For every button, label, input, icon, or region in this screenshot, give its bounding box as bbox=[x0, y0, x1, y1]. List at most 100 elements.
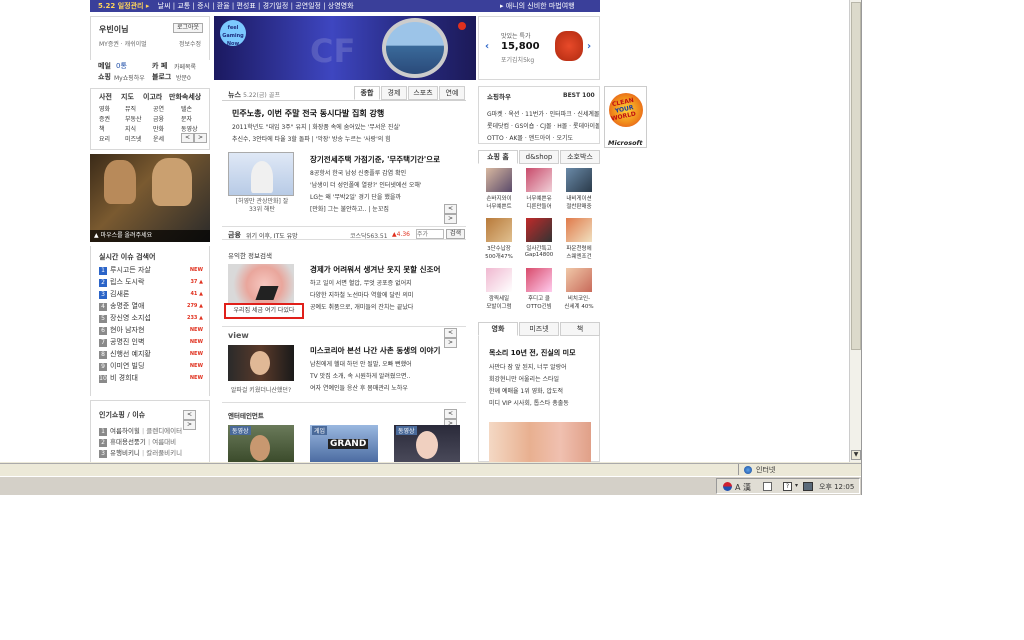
prev-icon[interactable]: < bbox=[444, 409, 458, 419]
schedule-link[interactable]: 5.22 일정관리 ▸ bbox=[98, 2, 149, 10]
topnav-item-shows[interactable]: 공연일정 bbox=[295, 2, 321, 10]
info-headline[interactable]: 경제가 어려워서 생겨난 웃지 못할 신조어 bbox=[310, 264, 440, 275]
tab-news-economy[interactable]: 경제 bbox=[381, 86, 407, 100]
kosdaq-index[interactable]: 코스닥563.51 bbox=[350, 231, 388, 240]
shop-item-image[interactable] bbox=[566, 168, 592, 192]
stock-search-button[interactable]: 검색 bbox=[446, 229, 466, 239]
popular-shopping-item[interactable]: 3 유행비키니 | 칼러풀비키니 bbox=[99, 447, 207, 458]
shop-item-text[interactable]: 비치코인- bbox=[560, 294, 598, 302]
shop-item-text[interactable]: 3단수납장 bbox=[480, 244, 518, 252]
shop-item[interactable]: 후디고 클 OTTO긴빔 bbox=[520, 268, 558, 316]
service-cooking[interactable]: 요리 bbox=[99, 134, 110, 143]
popular-extra[interactable]: 클렌디에이터 bbox=[146, 427, 182, 435]
clock[interactable]: 오후 12:05 bbox=[819, 482, 854, 492]
service-realestate[interactable]: 부동산 bbox=[125, 114, 142, 123]
realtime-keyword[interactable]: 이미연 빌딩 bbox=[110, 362, 144, 370]
service-sms[interactable]: 문자 bbox=[181, 114, 192, 123]
shop-item-text[interactable]: 파운천령에 bbox=[560, 244, 598, 252]
info-line[interactable]: 하고 일이 서면 혈압, 무엇 공포증 없어지 bbox=[310, 278, 412, 287]
article2-line[interactable]: 8공항서 한국 남성 신종플루 감염 확인 bbox=[310, 168, 406, 177]
ent-thumb-2[interactable]: 게임 GRAND bbox=[310, 425, 378, 462]
topnav-item-movies[interactable]: 상영영화 bbox=[328, 2, 354, 10]
topnav-item-exchange[interactable]: 환율 bbox=[217, 2, 230, 10]
tab-news-entertainment[interactable]: 연예 bbox=[439, 86, 465, 100]
realtime-keyword[interactable]: 비 경희대 bbox=[110, 374, 138, 382]
topnav-item-weather[interactable]: 날씨 bbox=[158, 2, 171, 10]
tab-dnshop[interactable]: d&shop bbox=[519, 150, 559, 164]
movie-line[interactable]: 사만다 잠 앞 된지, 너무 알랑어 bbox=[489, 362, 567, 371]
view-headline[interactable]: 미스코리아 본선 나간 사촌 동생의 이야기 bbox=[310, 345, 440, 356]
mail-count[interactable]: 0통 bbox=[116, 61, 127, 71]
popular-extra[interactable]: 여름대비 bbox=[152, 438, 176, 446]
prev-icon[interactable]: < bbox=[444, 204, 458, 214]
scroll-down-icon[interactable]: ▼ bbox=[851, 450, 861, 460]
news-extra[interactable]: 골프 bbox=[269, 92, 280, 99]
popular-keyword[interactable]: 유행비키니 bbox=[110, 449, 140, 457]
shopping-how-title[interactable]: 쇼핑하우 bbox=[487, 91, 511, 101]
news-line[interactable]: 추신수, 3안타에 타율 3할 돌파 | '악장' 방송 누르는 '사랑'의 힘 bbox=[232, 134, 391, 143]
game-banner[interactable]: feel Gaming Now CF bbox=[214, 16, 476, 80]
realtime-keyword[interactable]: 공명진 인벽 bbox=[110, 338, 144, 346]
service-header-agora[interactable]: 이고라 bbox=[143, 92, 162, 102]
shop-item[interactable]: 손바지와이 너무예쁜트 bbox=[480, 168, 518, 216]
realtime-item[interactable]: 1 루시고든 자살 NEW bbox=[99, 265, 207, 277]
tray-arrow-icon[interactable]: ▾ bbox=[795, 482, 798, 489]
service-header-comics[interactable]: 만화속세상 bbox=[169, 92, 201, 102]
realtime-item[interactable]: 9 이미연 빌딩 NEW bbox=[99, 361, 207, 373]
shopping-mall-line[interactable]: OTTO · AK몰 · 앤드아이 · 오기도 bbox=[487, 133, 599, 142]
network-icon[interactable] bbox=[803, 482, 813, 491]
shop-item-subtext[interactable]: 스웨엔조건 bbox=[560, 252, 598, 260]
shop-item-subtext[interactable]: 너무예쁜트 bbox=[480, 202, 518, 210]
realtime-keyword[interactable]: 김새론 bbox=[110, 290, 129, 298]
vertical-scrollbar[interactable]: ▼ bbox=[849, 0, 861, 462]
shopping-link[interactable]: My쇼핑하우 bbox=[114, 73, 145, 82]
blog-label[interactable]: 블로그 bbox=[152, 72, 171, 82]
tab-news-sports[interactable]: 스포츠 bbox=[408, 86, 438, 100]
service-header-map[interactable]: 지도 bbox=[121, 92, 134, 102]
realtime-item[interactable]: 5 장신영 소지섭 233 ▲ bbox=[99, 313, 207, 325]
topnav-item-games[interactable]: 경기일정 bbox=[263, 2, 289, 10]
realtime-keyword[interactable]: 루시고든 자살 bbox=[110, 266, 151, 274]
shop-item-text[interactable]: 내비게이션 bbox=[560, 194, 598, 202]
shop-item-image[interactable] bbox=[486, 218, 512, 242]
service-stock[interactable]: 증권 bbox=[99, 114, 110, 123]
service-pager[interactable]: < > bbox=[181, 133, 208, 143]
realtime-item[interactable]: 8 신행선 예지황 NEW bbox=[99, 349, 207, 361]
manhwa-caption[interactable]: [허영만 관상만화] 잘 33위 해탄 bbox=[232, 198, 292, 214]
popular-shopping-item[interactable]: 1 여름하이힐 | 클렌디에이터 bbox=[99, 425, 207, 436]
shop-item-image[interactable] bbox=[566, 218, 592, 242]
movie-thumbnail[interactable] bbox=[489, 422, 591, 462]
special-price-panel[interactable]: ‹ 맛있는 특가 15,800 포기김치5kg › bbox=[478, 16, 600, 80]
microsoft-ad[interactable]: CLEAN YOUR WORLD Microsoft bbox=[604, 86, 647, 148]
shop-item-image[interactable] bbox=[526, 168, 552, 192]
shopping-best-link[interactable]: BEST 100 bbox=[563, 92, 595, 99]
prev-arrow-icon[interactable]: ‹ bbox=[485, 41, 489, 52]
manhwa-thumbnail[interactable] bbox=[228, 152, 294, 196]
tab-movie[interactable]: 영화 bbox=[478, 322, 518, 336]
ime-status[interactable]: A 漢 bbox=[735, 482, 751, 493]
article2-line[interactable]: [만화] 그는 불안하고.. | 눈꼬집 bbox=[310, 204, 389, 213]
service-music[interactable]: 뮤직 bbox=[125, 104, 136, 113]
movie-line[interactable]: 한께 예매율 1위 영화, 압도적 bbox=[489, 386, 563, 395]
service-miznet[interactable]: 미즈넷 bbox=[125, 134, 142, 143]
blog-visit-link[interactable]: 방문0 bbox=[176, 73, 191, 82]
realtime-keyword[interactable]: 립스 도시락 bbox=[110, 278, 144, 286]
service-video[interactable]: 동영상 bbox=[181, 124, 198, 133]
shop-item[interactable]: 너무예쁜유 디른만들어 bbox=[520, 168, 558, 216]
shop-item-text[interactable]: 너무예쁜유 bbox=[520, 194, 558, 202]
shop-item[interactable]: 일사간특고 Gap14800 bbox=[520, 218, 558, 266]
shop-item-image[interactable] bbox=[526, 268, 552, 292]
next-arrow-icon[interactable]: › bbox=[587, 41, 591, 52]
realtime-item[interactable]: 4 송명준 열애 279 ▲ bbox=[99, 301, 207, 313]
my-links[interactable]: MY증권 · 캐쉬이멀 bbox=[99, 39, 147, 48]
popular-extra[interactable]: 칼러풀비키니 bbox=[146, 449, 182, 457]
service-header-dictionary[interactable]: 사전 bbox=[99, 92, 112, 102]
article2-headline[interactable]: 장기전세주택 가점기준, '무주택기간'으로 bbox=[310, 154, 440, 165]
shop-item-image[interactable] bbox=[486, 268, 512, 292]
shop-item-subtext[interactable]: 모발이그럼 bbox=[480, 302, 518, 310]
topnav-item-traffic[interactable]: 교통 bbox=[177, 2, 190, 10]
realtime-keyword[interactable]: 장신영 소지섭 bbox=[110, 314, 151, 322]
shop-item-image[interactable] bbox=[526, 218, 552, 242]
news-headline[interactable]: 민주노총, 이번 주말 전국 동시다발 집회 강행 bbox=[232, 108, 384, 119]
view-caption[interactable]: 알파걸 키웠더니산했던? bbox=[228, 385, 294, 394]
